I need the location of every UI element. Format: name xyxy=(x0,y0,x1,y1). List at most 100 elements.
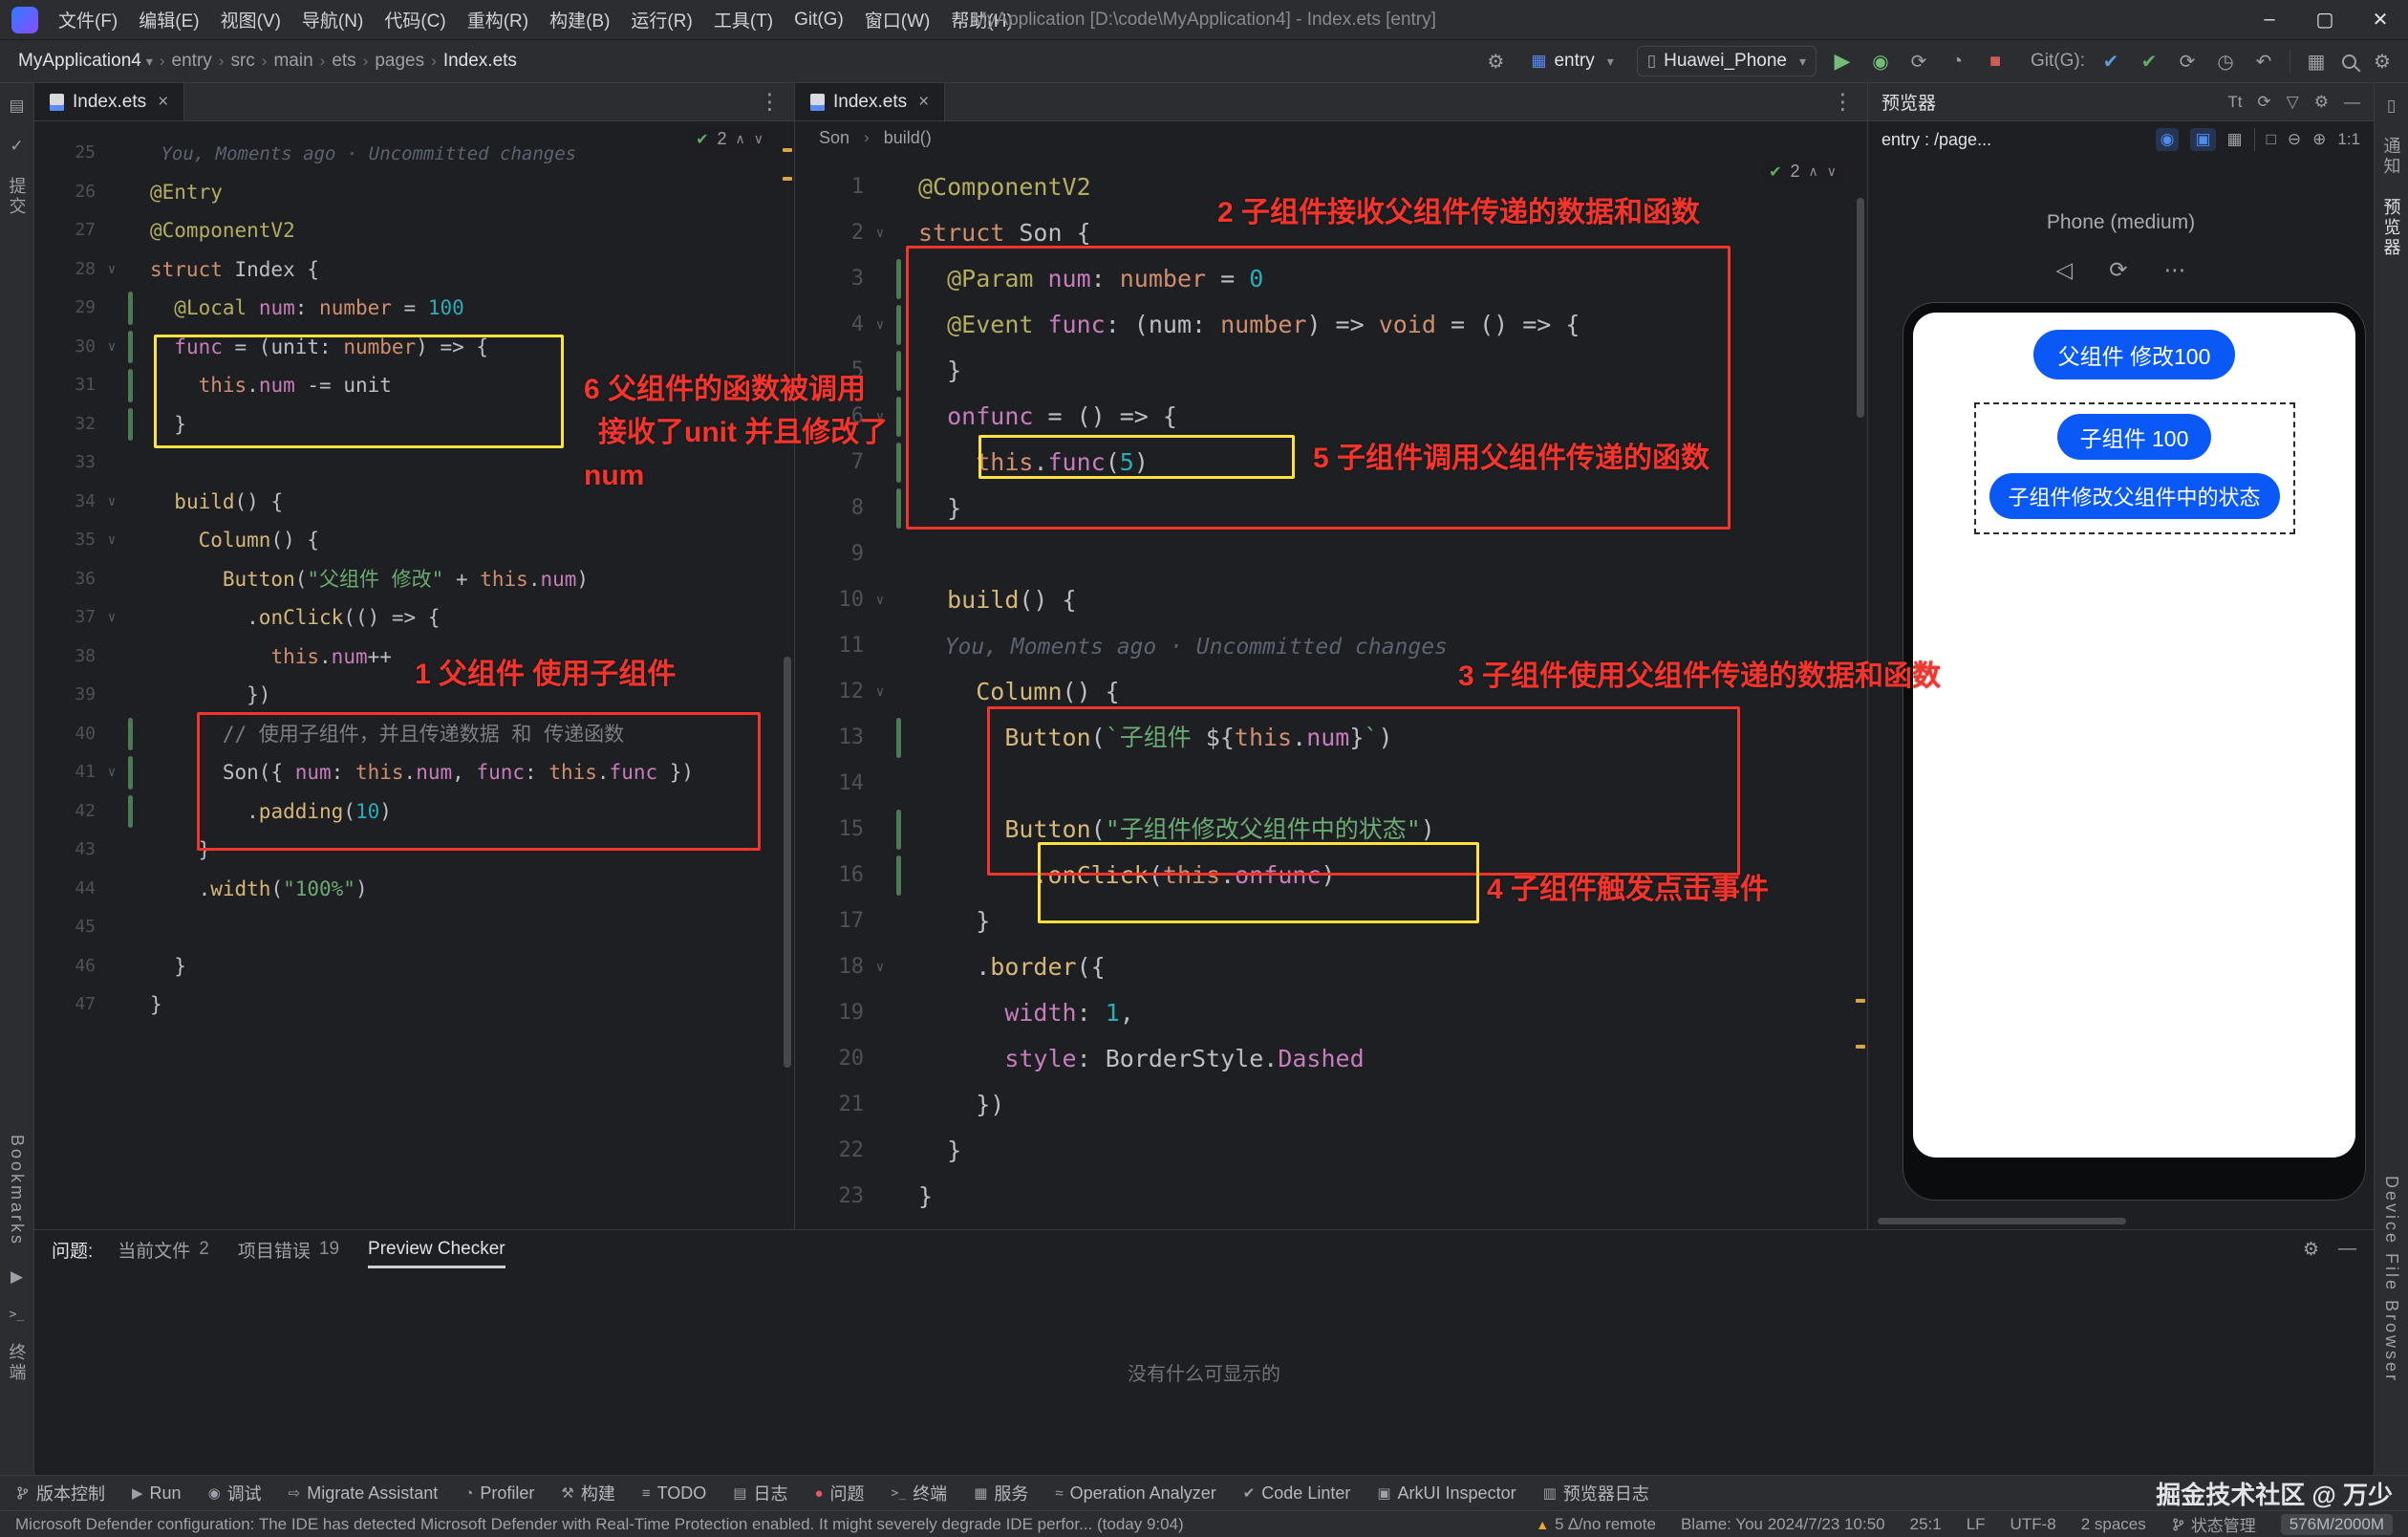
scrollbar-thumb[interactable] xyxy=(1857,198,1864,418)
code-line[interactable]: 36 Button("父组件 修改" + this.num) xyxy=(34,560,794,599)
fold-icon[interactable]: ∨ xyxy=(864,669,896,715)
code-line[interactable]: 34∨ build() { xyxy=(34,483,794,522)
child-button[interactable]: 子组件 100 xyxy=(2057,414,2212,460)
status-message[interactable]: Microsoft Defender configuration: The ID… xyxy=(15,1515,1511,1534)
breadcrumb-item[interactable]: MyApplication4▾ xyxy=(13,51,158,72)
code-line[interactable]: 13 Button(`子组件 ${this.num}`) xyxy=(795,715,1867,761)
close-tab-icon[interactable]: × xyxy=(158,92,168,113)
tool-window-button-6[interactable]: ≡TODO xyxy=(642,1483,706,1504)
fold-icon[interactable]: ∨ xyxy=(96,521,128,560)
code-line[interactable]: 46 } xyxy=(34,947,794,986)
next-problem-icon[interactable]: ∨ xyxy=(1827,163,1837,180)
run-tool-icon[interactable]: ▶ xyxy=(11,1267,23,1287)
minimize-button[interactable]: – xyxy=(2242,0,2297,39)
flip-icon[interactable]: ◁ xyxy=(2056,257,2074,283)
code-line[interactable]: 26@Entry xyxy=(34,173,794,212)
menu-item[interactable]: 编辑(E) xyxy=(128,7,209,32)
tool-window-button-8[interactable]: ●问题 xyxy=(814,1481,864,1505)
menu-item[interactable]: 文件(F) xyxy=(48,7,128,32)
git-branch-widget[interactable]: 状态管理 xyxy=(2171,1512,2256,1536)
bottom-tab-2[interactable]: Preview Checker xyxy=(368,1230,505,1268)
code-line[interactable]: 33 xyxy=(34,444,794,483)
close-button[interactable]: ✕ xyxy=(2353,0,2408,39)
code-line[interactable]: 29 @Local num: number = 100 xyxy=(34,289,794,328)
code-line[interactable]: 28∨struct Index { xyxy=(34,250,794,290)
tool-window-button-10[interactable]: ▦服务 xyxy=(974,1481,1028,1505)
code-line[interactable]: 45 xyxy=(34,908,794,947)
code-line[interactable]: 11 You, Moments ago · Uncommitted change… xyxy=(795,623,1867,669)
code-line[interactable]: 30∨ func = (unit: number) => { xyxy=(34,328,794,367)
code-line[interactable]: 39 }) xyxy=(34,676,794,715)
breadcrumb-item[interactable]: pages xyxy=(370,51,429,72)
menu-item[interactable]: 工具(T) xyxy=(703,7,784,32)
code-line[interactable]: 20 style: BorderStyle.Dashed xyxy=(795,1036,1867,1082)
inspect-mode-icon[interactable]: ◉ xyxy=(2156,128,2180,151)
project-settings-icon[interactable]: ⚙ xyxy=(1483,50,1508,74)
run-button[interactable]: ▶ xyxy=(1830,49,1855,74)
code-line[interactable]: 5 } xyxy=(795,348,1867,394)
stop-button[interactable]: ■ xyxy=(1983,51,2008,73)
breadcrumb-item[interactable]: entry xyxy=(167,51,217,72)
right-code-area[interactable]: 1@ComponentV22∨struct Son {3 @Param num:… xyxy=(795,154,1867,1229)
tool-window-button-14[interactable]: ▥预览器日志 xyxy=(1543,1481,1649,1505)
fold-icon[interactable]: ∨ xyxy=(96,753,128,792)
indent-setting[interactable]: 2 spaces xyxy=(2081,1515,2146,1534)
code-line[interactable]: 6∨ onfunc = () => { xyxy=(795,394,1867,440)
code-line[interactable]: 40 // 使用子组件，并且传递数据 和 传递函数 xyxy=(34,715,794,754)
code-breadcrumb-item[interactable]: build() xyxy=(879,128,936,148)
prev-problem-icon[interactable]: ∧ xyxy=(736,131,745,147)
maximize-button[interactable]: ▢ xyxy=(2297,0,2353,39)
warning-stripe-mark[interactable] xyxy=(1856,999,1865,1003)
warning-stripe-mark[interactable] xyxy=(1856,1045,1865,1049)
child-state-button[interactable]: 子组件修改父组件中的状态 xyxy=(1989,473,2280,519)
rotate-device-icon[interactable]: ⟳ xyxy=(2109,257,2127,283)
code-line[interactable]: 4∨ @Event func: (num: number) => void = … xyxy=(795,302,1867,348)
menu-item[interactable]: 重构(R) xyxy=(457,7,539,32)
search-icon[interactable] xyxy=(2342,54,2356,69)
code-line[interactable]: 27@ComponentV2 xyxy=(34,211,794,250)
fold-icon[interactable]: ∨ xyxy=(864,394,896,440)
code-line[interactable]: 1@ComponentV2 xyxy=(795,164,1867,210)
tool-window-button-1[interactable]: ▶Run xyxy=(132,1483,182,1504)
tool-notifications[interactable]: 通知 xyxy=(2379,137,2404,177)
tool-window-button-5[interactable]: ⚒构建 xyxy=(561,1481,614,1505)
code-line[interactable]: 10∨ build() { xyxy=(795,577,1867,623)
code-line[interactable]: 12∨ Column() { xyxy=(795,669,1867,715)
code-line[interactable]: 31 this.num -= unit xyxy=(34,366,794,405)
device-dropdown[interactable]: ▯ Huawei_Phone ▾ xyxy=(1637,46,1817,76)
run-config-dropdown[interactable]: ▦ entry ▾ xyxy=(1521,47,1623,76)
code-line[interactable]: 17 } xyxy=(795,898,1867,944)
menu-item[interactable]: 代码(C) xyxy=(374,7,456,32)
code-line[interactable]: 3 @Param num: number = 0 xyxy=(795,256,1867,302)
code-breadcrumb-item[interactable]: Son xyxy=(814,128,854,148)
git-status-widget[interactable]: ▲ 5 ∆/no remote xyxy=(1536,1515,1656,1534)
tool-window-button-12[interactable]: ✔Code Linter xyxy=(1243,1483,1351,1504)
code-line[interactable]: 18∨ .border({ xyxy=(795,944,1867,990)
code-line[interactable]: 23} xyxy=(795,1174,1867,1220)
parent-button[interactable]: 父组件 修改100 xyxy=(2033,330,2236,379)
code-line[interactable]: 42 .padding(10) xyxy=(34,792,794,832)
menu-item[interactable]: 窗口(W) xyxy=(854,7,941,32)
bottom-tab-1[interactable]: 项目错误19 xyxy=(238,1230,339,1268)
code-line[interactable]: 35∨ Column() { xyxy=(34,521,794,560)
blame-widget[interactable]: Blame: You 2024/7/23 10:50 xyxy=(1681,1515,1885,1534)
git-push-icon[interactable]: ⟳ xyxy=(2175,50,2200,74)
line-separator[interactable]: LF xyxy=(1967,1515,1986,1534)
tool-previewer[interactable]: 预览器 xyxy=(2379,198,2404,258)
zoom-in-icon[interactable]: ⊕ xyxy=(2312,130,2326,149)
refresh-icon[interactable]: ⟳ xyxy=(2257,93,2270,112)
breadcrumb-item[interactable]: src xyxy=(226,51,259,72)
tool-window-button-2[interactable]: ◉调试 xyxy=(208,1481,262,1505)
panel-hide-icon[interactable]: — xyxy=(2338,1239,2356,1261)
tool-bookmarks[interactable]: Bookmarks xyxy=(7,1135,27,1246)
code-line[interactable]: 44 .width("100%") xyxy=(34,870,794,909)
menu-item[interactable]: 视图(V) xyxy=(210,7,291,32)
code-line[interactable]: 37∨ .onClick(() => { xyxy=(34,598,794,638)
code-line[interactable]: 38 this.num++ xyxy=(34,638,794,677)
git-update-icon[interactable]: ✔ xyxy=(2098,50,2123,74)
grid-icon[interactable]: ▦ xyxy=(2227,130,2243,149)
tool-windows-icon[interactable]: ▦ xyxy=(2304,50,2329,74)
menu-item[interactable]: Git(G) xyxy=(784,10,854,31)
code-line[interactable]: 22 } xyxy=(795,1128,1867,1174)
code-line[interactable]: 25 You, Moments ago · Uncommitted change… xyxy=(34,134,794,173)
